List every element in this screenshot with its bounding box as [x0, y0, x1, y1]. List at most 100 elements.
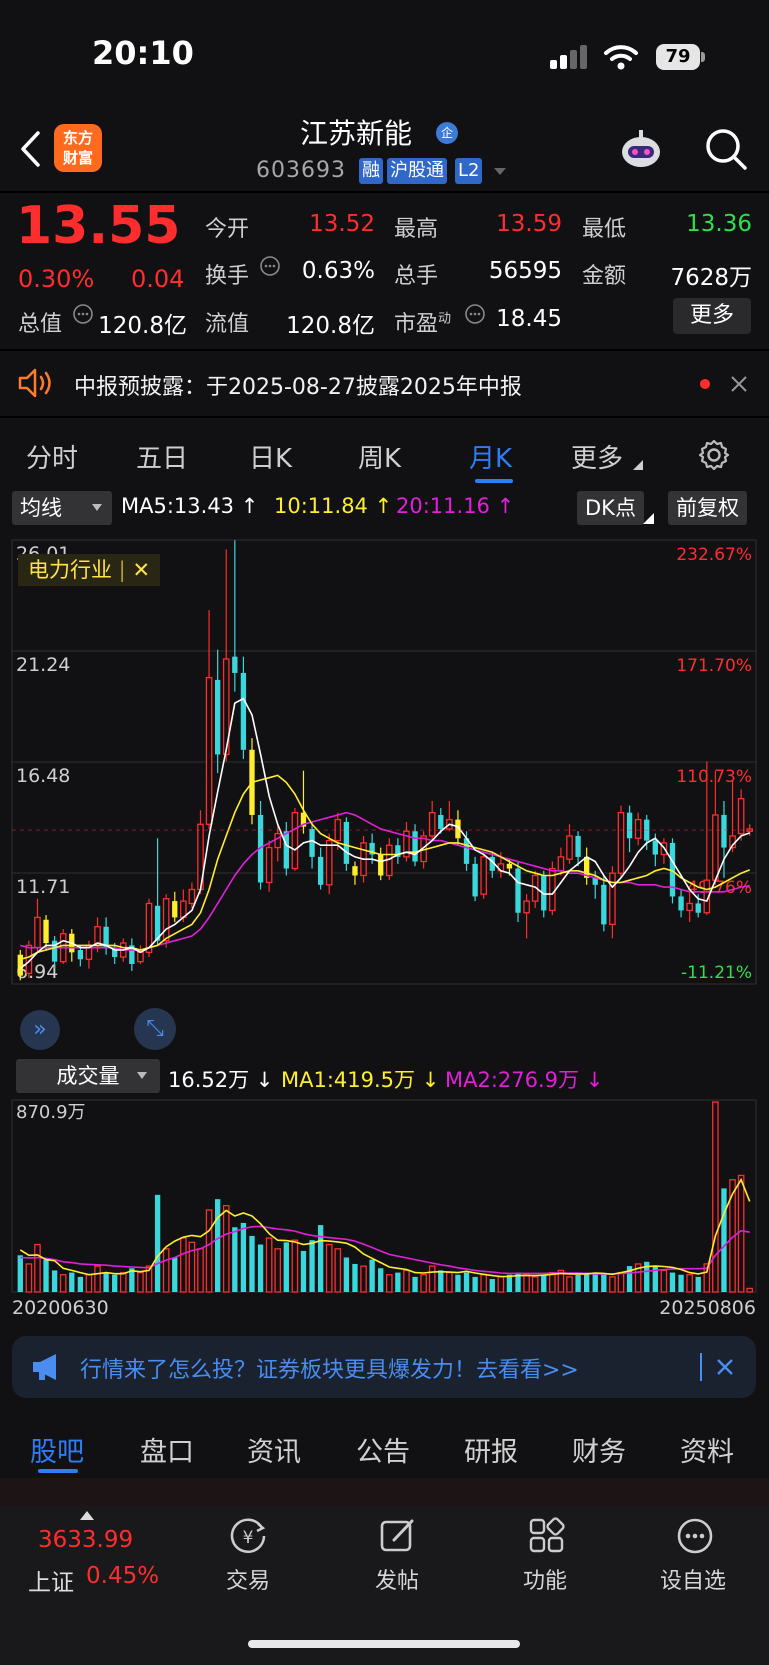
- expand-left-icon[interactable]: »: [20, 1010, 60, 1050]
- dk-point-button[interactable]: DK点: [577, 491, 644, 525]
- volume-bar: [334, 1248, 342, 1293]
- volume-label: 总手: [394, 264, 439, 289]
- tab-monthly-k[interactable]: 月K: [469, 438, 512, 475]
- ma10-label: 10:11.84 ↑: [274, 494, 393, 518]
- watchlist-dots-icon[interactable]: [675, 1516, 715, 1556]
- pe-value: 18.45: [496, 306, 562, 332]
- index-change[interactable]: 0.45%: [86, 1563, 159, 1589]
- speaker-icon: [18, 368, 51, 398]
- candle-body: [43, 919, 49, 944]
- nav-trade-label[interactable]: 交易: [226, 1563, 270, 1595]
- tab-pankou[interactable]: 盘口: [140, 1430, 194, 1469]
- functions-grid-icon[interactable]: [527, 1516, 567, 1556]
- candle-body: [188, 888, 196, 905]
- candle-body: [686, 902, 693, 912]
- low-value: 13.36: [686, 211, 752, 237]
- percent-axis-label: 49.76%: [687, 878, 752, 898]
- volume-ma1-label: MA1:419.5万 ↓: [281, 1068, 440, 1092]
- volume-bar: [197, 1248, 204, 1293]
- tab-intraday[interactable]: 分时: [26, 438, 78, 475]
- candle-body: [274, 832, 282, 849]
- tab-research[interactable]: 研报: [464, 1430, 518, 1469]
- index-value[interactable]: 3633.99: [38, 1527, 133, 1553]
- candle-body: [634, 818, 642, 839]
- candle-body: [626, 812, 633, 839]
- tab-guba[interactable]: 股吧: [30, 1430, 84, 1469]
- corner-triangle-icon: [643, 513, 654, 524]
- volume-bar: [531, 1276, 539, 1293]
- candle-body: [378, 854, 384, 876]
- volume-bar: [162, 1248, 170, 1293]
- candle-body: [678, 896, 684, 911]
- tab-news[interactable]: 资讯: [247, 1430, 301, 1469]
- close-icon[interactable]: [730, 375, 748, 393]
- x-axis-end-label: 20250806: [659, 1297, 756, 1319]
- info-icon[interactable]: [259, 255, 281, 277]
- volume-bar: [506, 1274, 513, 1292]
- volume-bar: [325, 1243, 333, 1293]
- current-price: 13.55: [16, 196, 181, 256]
- settings-gear-icon[interactable]: [697, 438, 731, 472]
- pe-label: 市盈动: [394, 311, 452, 337]
- tab-daily-k[interactable]: 日K: [249, 438, 292, 475]
- candle-body: [412, 831, 418, 862]
- volume-bar: [257, 1244, 264, 1292]
- index-name[interactable]: 上证: [28, 1563, 74, 1597]
- nav-functions-label[interactable]: 功能: [523, 1563, 567, 1595]
- tab-five-day[interactable]: 五日: [136, 438, 188, 475]
- candle-body: [352, 866, 358, 876]
- ma5-label: MA5:13.43 ↑: [121, 494, 259, 518]
- percent-axis-label: 110.73%: [676, 767, 752, 787]
- price-axis-label: 16.48: [16, 765, 70, 787]
- volume-bar: [59, 1274, 67, 1293]
- volume-ma2-label: MA2:276.9万 ↓: [445, 1068, 604, 1092]
- tab-announcements[interactable]: 公告: [356, 1430, 410, 1469]
- info-icon[interactable]: [464, 303, 486, 325]
- tag-shanghai-connect: 沪股通: [387, 158, 447, 184]
- volume-bar: [43, 1259, 49, 1292]
- ma20-label: 20:11.16 ↑: [396, 494, 515, 518]
- compose-post-icon[interactable]: [378, 1516, 418, 1556]
- dropdown-triangle-icon[interactable]: [493, 167, 507, 177]
- adjust-button[interactable]: 前复权: [668, 491, 747, 525]
- candle-body: [721, 814, 727, 848]
- trade-yuan-icon[interactable]: ¥: [228, 1516, 268, 1556]
- active-tab-indicator: [38, 1469, 78, 1473]
- candle-body: [566, 835, 573, 860]
- tab-more[interactable]: 更多: [571, 438, 623, 475]
- tab-weekly-k[interactable]: 周K: [358, 438, 401, 475]
- volume-ma1-line: [19, 1177, 751, 1278]
- tab-profile[interactable]: 资料: [680, 1430, 734, 1469]
- svg-text:¥: ¥: [243, 1528, 254, 1548]
- candlestick-chart[interactable]: 26.01232.67%21.24171.70%16.48110.73%11.7…: [0, 528, 769, 1058]
- more-quote-button[interactable]: 更多: [673, 298, 751, 334]
- volume-bar: [300, 1250, 307, 1292]
- percent-axis-label: 232.67%: [676, 545, 752, 565]
- fullscreen-icon[interactable]: ⤡: [134, 1008, 176, 1050]
- banner-text[interactable]: 行情来了怎么投？证券板块更具爆发力！去看看>>: [80, 1352, 579, 1384]
- tab-finance[interactable]: 财务: [572, 1430, 626, 1469]
- volume-bar: [455, 1274, 461, 1292]
- back-arrow-icon[interactable]: [18, 130, 42, 168]
- candle-body: [291, 811, 299, 870]
- industry-tag[interactable]: 电力行业 | ✕: [18, 554, 161, 586]
- info-icon[interactable]: [72, 303, 94, 325]
- unread-dot: [700, 379, 710, 389]
- robot-assistant-icon[interactable]: [617, 126, 665, 174]
- amount-label: 金额: [582, 264, 627, 289]
- volume-bar: [17, 1255, 23, 1292]
- open-label: 今开: [205, 217, 250, 242]
- notice-text[interactable]: 中报预披露：于2025-08-27披露2025年中报: [74, 369, 522, 401]
- nav-watchlist-label[interactable]: 设自选: [660, 1563, 726, 1595]
- stock-name: 江苏新能: [300, 117, 413, 150]
- dropdown-triangle-icon: [137, 1072, 147, 1079]
- nav-post-label[interactable]: 发帖: [375, 1563, 419, 1595]
- close-icon[interactable]: [716, 1358, 734, 1376]
- volume-bar: [472, 1276, 478, 1292]
- volume-chart[interactable]: 870.9万 20200630 20250806: [0, 1092, 769, 1322]
- volume-bar: [575, 1274, 581, 1292]
- volume-bar: [222, 1205, 230, 1293]
- volume-bar: [205, 1209, 213, 1293]
- search-icon[interactable]: [703, 126, 749, 172]
- volume-bar: [85, 1274, 93, 1293]
